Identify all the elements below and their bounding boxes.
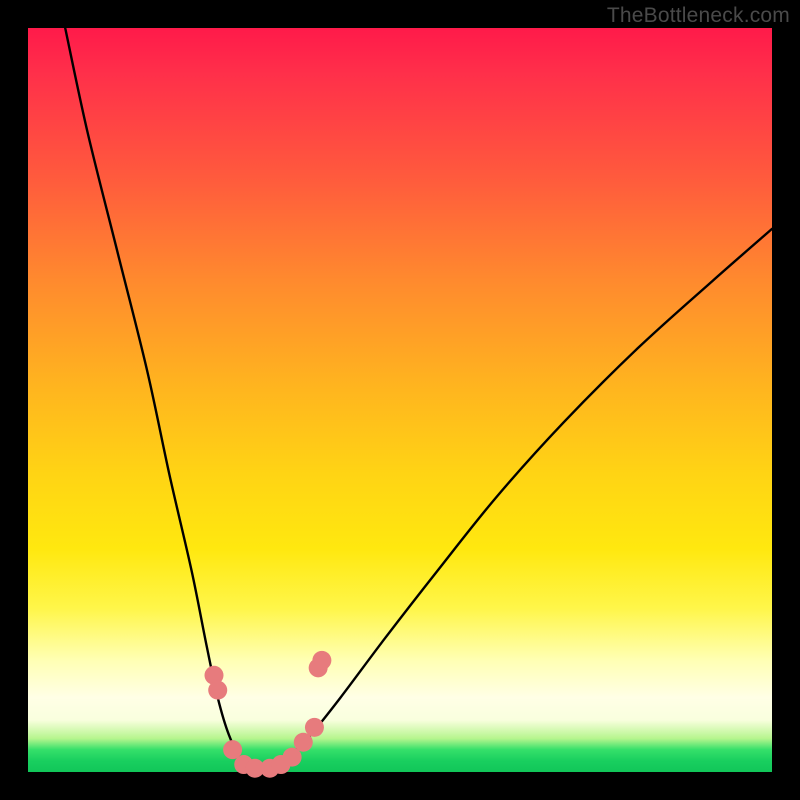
bottleneck-curve [65,28,772,772]
highlight-dot [305,718,324,737]
highlight-dot [312,651,331,670]
chart-frame: TheBottleneck.com [0,0,800,800]
plot-area [28,28,772,772]
highlight-dot [208,681,227,700]
curve-svg [28,28,772,772]
watermark-text: TheBottleneck.com [607,4,790,28]
highlight-dots [205,651,332,778]
